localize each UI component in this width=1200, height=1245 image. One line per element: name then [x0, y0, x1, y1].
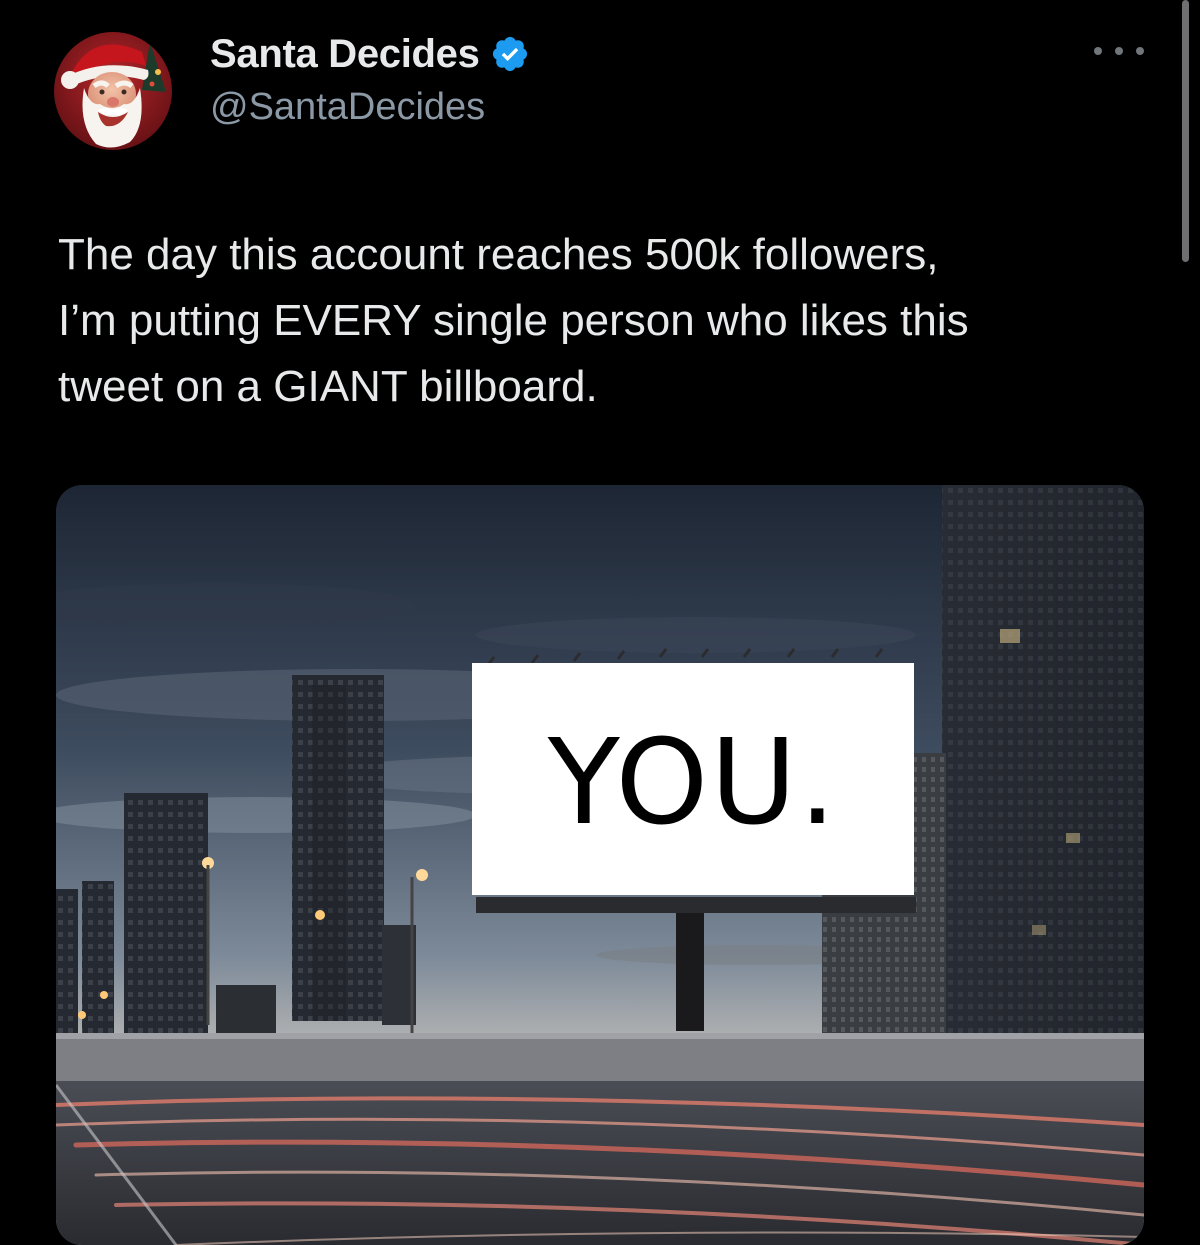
- tweet: Santa Decides @SantaDecides The day this…: [0, 0, 1200, 1245]
- author-name-row: Santa Decides: [210, 26, 530, 82]
- more-horizontal-icon-dot: [1136, 47, 1144, 55]
- more-options-button[interactable]: [1094, 36, 1144, 66]
- scrollbar-thumb[interactable]: [1182, 0, 1189, 262]
- tweet-text: The day this account reaches 500k follow…: [58, 230, 969, 411]
- author-handle[interactable]: @SantaDecides: [210, 86, 485, 129]
- author-display-name[interactable]: Santa Decides: [210, 32, 480, 77]
- santa-avatar-icon: [54, 32, 172, 150]
- verified-badge-icon[interactable]: [490, 34, 530, 74]
- more-horizontal-icon-dot: [1115, 47, 1123, 55]
- author-avatar[interactable]: [54, 32, 172, 150]
- billboard-text: YOU.: [547, 713, 839, 851]
- more-horizontal-icon: [1094, 47, 1102, 55]
